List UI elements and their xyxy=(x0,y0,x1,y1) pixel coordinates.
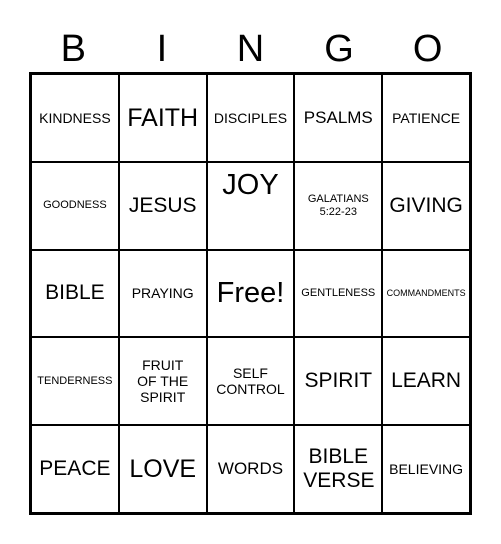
bingo-cell-label: BELIEVING xyxy=(389,461,464,478)
bingo-cell[interactable]: KINDNESS xyxy=(31,74,119,162)
bingo-cell-label: FAITH xyxy=(127,103,199,132)
bingo-cell[interactable]: DISCIPLES xyxy=(206,74,295,162)
free-space-cell[interactable]: Free! xyxy=(206,249,295,338)
bingo-cell[interactable]: WORDS xyxy=(206,425,295,513)
bingo-cell[interactable]: BELIEVING xyxy=(382,425,470,513)
bingo-cell[interactable]: SELF CONTROL xyxy=(206,337,295,426)
bingo-cell-label: GENTLENESS xyxy=(301,287,376,300)
header-letter-g: G xyxy=(324,28,354,70)
bingo-cell-label: SPIRIT xyxy=(304,369,373,393)
bingo-cell[interactable]: BIBLE xyxy=(31,249,119,338)
bingo-cell-label: GIVING xyxy=(389,193,463,217)
bingo-cell[interactable]: PSALMS xyxy=(294,74,383,162)
bingo-cell[interactable]: PRAYING xyxy=(118,249,207,338)
bingo-cell-label: FRUIT OF THE SPIRIT xyxy=(137,357,189,406)
bingo-cell[interactable]: PATIENCE xyxy=(382,74,470,162)
bingo-cell[interactable]: GALATIANS 5:22-23 xyxy=(294,161,383,250)
bingo-cell-label: KINDNESS xyxy=(39,109,111,126)
bingo-cell[interactable]: GOODNESS xyxy=(31,161,119,250)
bingo-cell[interactable]: JESUS xyxy=(118,161,207,250)
bingo-cell[interactable]: GENTLENESS xyxy=(294,249,383,338)
bingo-cell-label: PATIENCE xyxy=(392,109,461,126)
bingo-cell[interactable]: COMMANDMENTS xyxy=(382,249,470,338)
bingo-cell[interactable]: TENDERNESS xyxy=(31,337,119,426)
bingo-cell-label: COMMANDMENTS xyxy=(386,288,466,299)
bingo-cell-label: PSALMS xyxy=(303,108,373,128)
bingo-cell-label: BIBLE VERSE xyxy=(303,444,375,493)
header-letter-b: B xyxy=(60,28,86,70)
header-letter-i: I xyxy=(156,28,168,70)
bingo-cell-label: SELF CONTROL xyxy=(216,365,285,398)
bingo-cell-label: LEARN xyxy=(391,369,462,393)
bingo-cell-label: JOY xyxy=(222,168,279,201)
bingo-cell[interactable]: JOY xyxy=(206,161,295,250)
bingo-cell[interactable]: LEARN xyxy=(382,337,470,426)
bingo-cell[interactable]: SPIRIT xyxy=(294,337,383,426)
bingo-cell-label: DISCIPLES xyxy=(213,109,288,126)
header-letter-o: O xyxy=(412,28,443,70)
bingo-cell[interactable]: LOVE xyxy=(118,425,207,513)
bingo-cell-label: GALATIANS 5:22-23 xyxy=(307,193,369,218)
bingo-cell[interactable]: PEACE xyxy=(31,425,119,513)
bingo-cell-label: TENDERNESS xyxy=(37,374,113,387)
bingo-cell-label: WORDS xyxy=(217,459,284,479)
bingo-cell-label: BIBLE xyxy=(45,281,105,305)
bingo-cell-label: JESUS xyxy=(128,193,197,217)
bingo-grid: KINDNESS FAITH DISCIPLES PSALMS PATIENCE GOOD… xyxy=(29,72,472,515)
bingo-cell[interactable]: FAITH xyxy=(118,74,207,162)
bingo-cell-label: GOODNESS xyxy=(43,199,107,212)
bingo-cell-label: LOVE xyxy=(129,454,197,483)
bingo-cell-label: PRAYING xyxy=(131,285,194,302)
header-letter-n: N xyxy=(236,28,265,70)
bingo-cell[interactable]: BIBLE VERSE xyxy=(294,425,383,513)
bingo-cell-label: Free! xyxy=(216,276,285,309)
bingo-cell[interactable]: FRUIT OF THE SPIRIT xyxy=(118,337,207,426)
bingo-cell-label: PEACE xyxy=(39,457,111,481)
bingo-cell[interactable]: GIVING xyxy=(382,161,470,250)
bingo-header: B I N G O xyxy=(29,26,472,72)
